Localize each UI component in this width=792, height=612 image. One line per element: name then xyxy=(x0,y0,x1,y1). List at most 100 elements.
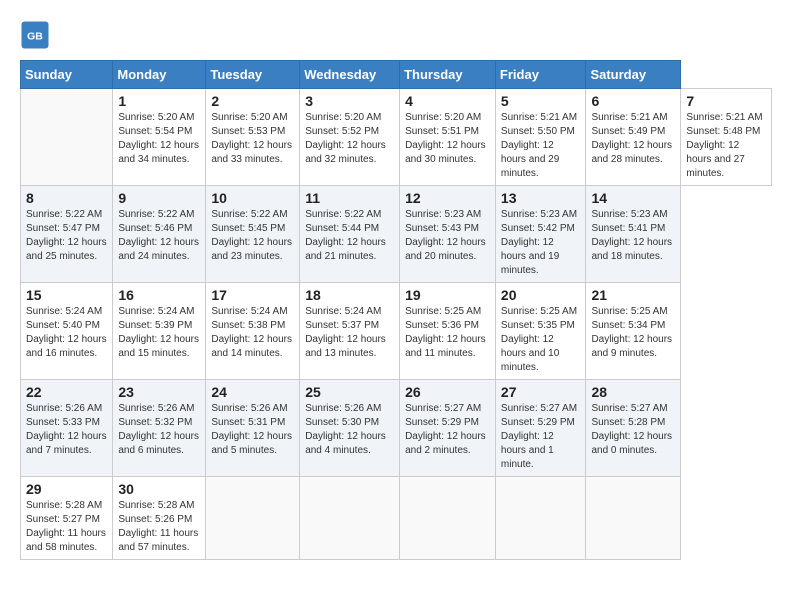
day-number: 4 xyxy=(405,93,490,109)
day-info: Sunrise: 5:26 AMSunset: 5:33 PMDaylight:… xyxy=(26,402,107,458)
calendar-cell: 3 Sunrise: 5:20 AMSunset: 5:52 PMDaylight… xyxy=(300,89,400,186)
calendar-week-5: 29 Sunrise: 5:28 AMSunset: 5:27 PMDayligh… xyxy=(21,477,772,560)
calendar-cell: 12Sunrise: 5:23 AMSunset: 5:43 PMDayligh… xyxy=(400,186,496,283)
calendar-cell: 1 Sunrise: 5:20 AMSunset: 5:54 PMDaylight… xyxy=(113,89,206,186)
calendar-week-2: 8Sunrise: 5:22 AMSunset: 5:47 PMDaylight… xyxy=(21,186,772,283)
calendar-body: 1 Sunrise: 5:20 AMSunset: 5:54 PMDaylight… xyxy=(21,89,772,560)
day-number: 25 xyxy=(305,384,394,400)
calendar-week-3: 15 Sunrise: 5:24 AMSunset: 5:40 PMDayligh… xyxy=(21,283,772,380)
calendar-cell: 7Sunrise: 5:21 AMSunset: 5:48 PMDaylight… xyxy=(681,89,772,186)
day-info: Sunrise: 5:24 AMSunset: 5:40 PMDaylight:… xyxy=(26,305,107,361)
day-info: Sunrise: 5:22 AMSunset: 5:44 PMDaylight:… xyxy=(305,208,394,264)
day-number: 16 xyxy=(118,287,200,303)
calendar-cell xyxy=(400,477,496,560)
day-number: 19 xyxy=(405,287,490,303)
calendar-cell: 21 Sunrise: 5:25 AMSunset: 5:34 PMDayligh… xyxy=(586,283,681,380)
calendar-cell: 26Sunrise: 5:27 AMSunset: 5:29 PMDayligh… xyxy=(400,380,496,477)
day-info: Sunrise: 5:26 AMSunset: 5:30 PMDaylight:… xyxy=(305,402,394,458)
calendar-cell: 19 Sunrise: 5:25 AMSunset: 5:36 PMDayligh… xyxy=(400,283,496,380)
day-info: Sunrise: 5:20 AMSunset: 5:54 PMDaylight:… xyxy=(118,111,200,167)
calendar-cell xyxy=(586,477,681,560)
calendar-cell: 10Sunrise: 5:22 AMSunset: 5:45 PMDayligh… xyxy=(206,186,300,283)
day-info: Sunrise: 5:24 AMSunset: 5:37 PMDaylight:… xyxy=(305,305,394,361)
logo: GB xyxy=(20,20,54,50)
weekday-header-thursday: Thursday xyxy=(400,61,496,89)
day-info: Sunrise: 5:26 AMSunset: 5:32 PMDaylight:… xyxy=(118,402,200,458)
day-number: 24 xyxy=(211,384,294,400)
day-number: 21 xyxy=(591,287,675,303)
weekday-header-wednesday: Wednesday xyxy=(300,61,400,89)
day-info: Sunrise: 5:27 AMSunset: 5:28 PMDaylight:… xyxy=(591,402,675,458)
day-number: 13 xyxy=(501,190,581,206)
day-number: 29 xyxy=(26,481,107,497)
calendar-cell: 11 Sunrise: 5:22 AMSunset: 5:44 PMDayligh… xyxy=(300,186,400,283)
calendar-cell: 30 Sunrise: 5:28 AMSunset: 5:26 PMDayligh… xyxy=(113,477,206,560)
day-number: 26 xyxy=(405,384,490,400)
weekday-header-sunday: Sunday xyxy=(21,61,113,89)
calendar-cell: 24 Sunrise: 5:26 AMSunset: 5:31 PMDayligh… xyxy=(206,380,300,477)
svg-text:GB: GB xyxy=(27,31,43,43)
day-info: Sunrise: 5:22 AMSunset: 5:46 PMDaylight:… xyxy=(118,208,200,264)
calendar-cell xyxy=(21,89,113,186)
calendar-cell: 29 Sunrise: 5:28 AMSunset: 5:27 PMDayligh… xyxy=(21,477,113,560)
weekday-header-saturday: Saturday xyxy=(586,61,681,89)
day-info: Sunrise: 5:27 AMSunset: 5:29 PMDaylight:… xyxy=(501,402,581,472)
calendar-cell xyxy=(300,477,400,560)
day-info: Sunrise: 5:28 AMSunset: 5:27 PMDaylight:… xyxy=(26,499,107,555)
weekday-header-tuesday: Tuesday xyxy=(206,61,300,89)
calendar-cell: 13 Sunrise: 5:23 AMSunset: 5:42 PMDayligh… xyxy=(495,186,586,283)
calendar-cell: 14 Sunrise: 5:23 AMSunset: 5:41 PMDayligh… xyxy=(586,186,681,283)
day-info: Sunrise: 5:26 AMSunset: 5:31 PMDaylight:… xyxy=(211,402,294,458)
day-info: Sunrise: 5:28 AMSunset: 5:26 PMDaylight:… xyxy=(118,499,200,555)
day-number: 15 xyxy=(26,287,107,303)
day-number: 27 xyxy=(501,384,581,400)
day-number: 28 xyxy=(591,384,675,400)
day-info: Sunrise: 5:20 AMSunset: 5:52 PMDaylight:… xyxy=(305,111,394,167)
page-header: GB xyxy=(20,20,772,50)
calendar-cell: 5 Sunrise: 5:21 AMSunset: 5:50 PMDaylight… xyxy=(495,89,586,186)
day-number: 6 xyxy=(591,93,675,109)
day-number: 22 xyxy=(26,384,107,400)
calendar-cell: 28 Sunrise: 5:27 AMSunset: 5:28 PMDayligh… xyxy=(586,380,681,477)
day-number: 1 xyxy=(118,93,200,109)
calendar-cell: 2Sunrise: 5:20 AMSunset: 5:53 PMDaylight… xyxy=(206,89,300,186)
calendar-cell xyxy=(495,477,586,560)
calendar-cell: 16 Sunrise: 5:24 AMSunset: 5:39 PMDayligh… xyxy=(113,283,206,380)
day-info: Sunrise: 5:24 AMSunset: 5:39 PMDaylight:… xyxy=(118,305,200,361)
calendar-cell: 27 Sunrise: 5:27 AMSunset: 5:29 PMDayligh… xyxy=(495,380,586,477)
day-number: 20 xyxy=(501,287,581,303)
day-number: 11 xyxy=(305,190,394,206)
day-number: 30 xyxy=(118,481,200,497)
day-number: 12 xyxy=(405,190,490,206)
day-number: 10 xyxy=(211,190,294,206)
calendar-cell: 18 Sunrise: 5:24 AMSunset: 5:37 PMDayligh… xyxy=(300,283,400,380)
day-number: 23 xyxy=(118,384,200,400)
calendar-table: SundayMondayTuesdayWednesdayThursdayFrid… xyxy=(20,60,772,560)
day-info: Sunrise: 5:25 AMSunset: 5:34 PMDaylight:… xyxy=(591,305,675,361)
calendar-cell: 15 Sunrise: 5:24 AMSunset: 5:40 PMDayligh… xyxy=(21,283,113,380)
calendar-cell: 9 Sunrise: 5:22 AMSunset: 5:46 PMDaylight… xyxy=(113,186,206,283)
calendar-cell: 8Sunrise: 5:22 AMSunset: 5:47 PMDaylight… xyxy=(21,186,113,283)
weekday-header-friday: Friday xyxy=(495,61,586,89)
logo-icon: GB xyxy=(20,20,50,50)
calendar-cell: 17 Sunrise: 5:24 AMSunset: 5:38 PMDayligh… xyxy=(206,283,300,380)
day-info: Sunrise: 5:24 AMSunset: 5:38 PMDaylight:… xyxy=(211,305,294,361)
day-info: Sunrise: 5:23 AMSunset: 5:41 PMDaylight:… xyxy=(591,208,675,264)
day-number: 18 xyxy=(305,287,394,303)
day-info: Sunrise: 5:21 AMSunset: 5:50 PMDaylight:… xyxy=(501,111,581,181)
calendar-cell: 25 Sunrise: 5:26 AMSunset: 5:30 PMDayligh… xyxy=(300,380,400,477)
day-number: 3 xyxy=(305,93,394,109)
day-number: 14 xyxy=(591,190,675,206)
day-number: 9 xyxy=(118,190,200,206)
day-number: 7 xyxy=(686,93,766,109)
day-info: Sunrise: 5:23 AMSunset: 5:42 PMDaylight:… xyxy=(501,208,581,278)
day-info: Sunrise: 5:25 AMSunset: 5:36 PMDaylight:… xyxy=(405,305,490,361)
calendar-cell: 4Sunrise: 5:20 AMSunset: 5:51 PMDaylight… xyxy=(400,89,496,186)
day-info: Sunrise: 5:20 AMSunset: 5:53 PMDaylight:… xyxy=(211,111,294,167)
calendar-cell: 20Sunrise: 5:25 AMSunset: 5:35 PMDayligh… xyxy=(495,283,586,380)
calendar-cell: 6 Sunrise: 5:21 AMSunset: 5:49 PMDaylight… xyxy=(586,89,681,186)
day-info: Sunrise: 5:21 AMSunset: 5:49 PMDaylight:… xyxy=(591,111,675,167)
day-number: 5 xyxy=(501,93,581,109)
day-number: 17 xyxy=(211,287,294,303)
day-number: 8 xyxy=(26,190,107,206)
